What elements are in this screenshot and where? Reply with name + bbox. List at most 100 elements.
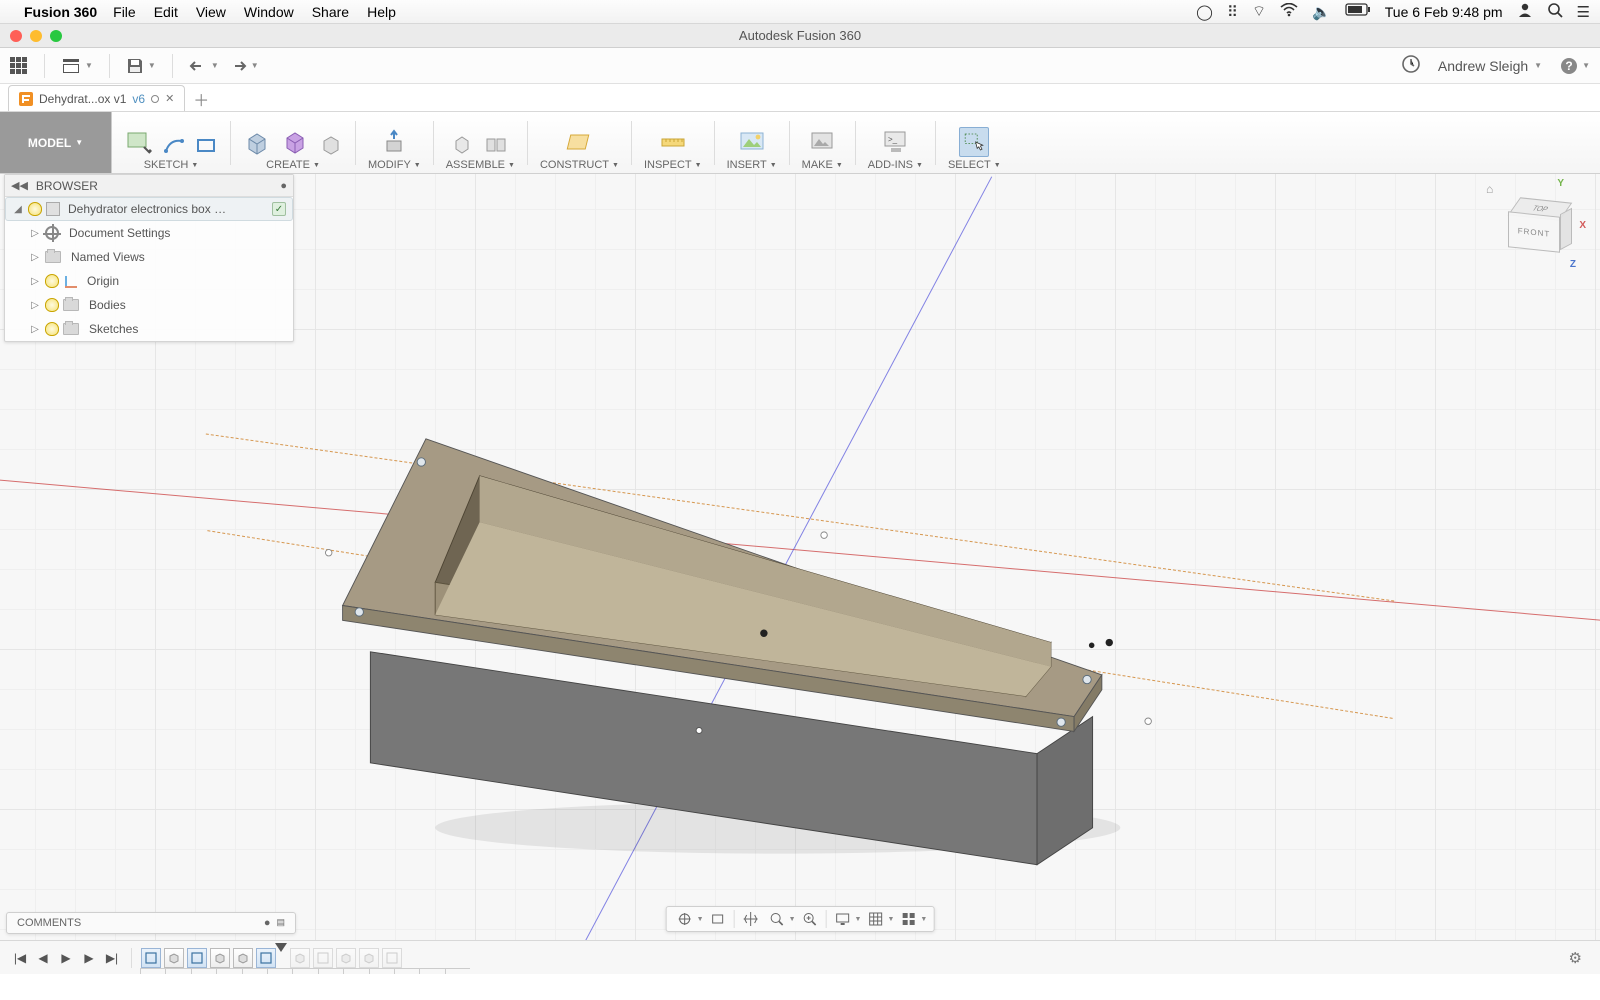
browser-row-sketches[interactable]: ▷ Sketches: [5, 317, 293, 341]
help-menu-button[interactable]: ?▼: [1560, 57, 1590, 75]
new-component-button[interactable]: [452, 133, 476, 157]
comments-expand-icon[interactable]: ●: [264, 917, 271, 929]
browser-header[interactable]: ◀◀ BROWSER ●: [5, 175, 293, 197]
menu-edit[interactable]: Edit: [154, 4, 178, 20]
look-at-button[interactable]: [706, 908, 730, 930]
visibility-bulb-icon[interactable]: [45, 274, 59, 288]
menu-file[interactable]: File: [113, 4, 136, 20]
create-sketch-button[interactable]: [124, 127, 154, 157]
file-menu-button[interactable]: ▼: [61, 56, 93, 76]
timeline-feature-suppressed[interactable]: [290, 948, 310, 968]
status-circle-icon[interactable]: ◯: [1196, 3, 1213, 21]
ribbon-label-select[interactable]: SELECT▼: [948, 159, 1001, 173]
timeline-step-fwd-button[interactable]: ▶: [79, 948, 99, 968]
ribbon-label-inspect[interactable]: INSPECT▼: [644, 159, 702, 173]
redo-button[interactable]: ▼: [229, 59, 259, 73]
extrude-button[interactable]: [243, 127, 273, 157]
timeline-feature-sketch[interactable]: [256, 948, 276, 968]
expand-arrow-icon[interactable]: ▷: [29, 252, 41, 263]
document-tab[interactable]: Dehydrat...ox v1 v6 ✕: [8, 85, 185, 111]
browser-row-bodies[interactable]: ▷ Bodies: [5, 293, 293, 317]
save-button[interactable]: ▼: [126, 57, 156, 75]
viewcube[interactable]: ⌂ TOP FRONT Y X Z: [1496, 182, 1582, 268]
zoom-button[interactable]: [765, 908, 789, 930]
timeline-start-button[interactable]: |◀: [10, 948, 30, 968]
timeline-feature-extrude[interactable]: [233, 948, 253, 968]
viewcube-right-face[interactable]: [1560, 208, 1572, 250]
timeline-feature-sketch[interactable]: [141, 948, 161, 968]
new-tab-button[interactable]: ＋: [193, 87, 209, 111]
close-window-button[interactable]: [10, 30, 22, 42]
home-view-icon[interactable]: ⌂: [1486, 182, 1493, 196]
ribbon-label-insert[interactable]: INSERT▼: [727, 159, 777, 173]
ribbon-label-construct[interactable]: CONSTRUCT▼: [540, 159, 619, 173]
browser-collapse-button[interactable]: ◀◀: [11, 179, 28, 192]
expand-arrow-icon[interactable]: ▷: [29, 300, 41, 311]
fullscreen-window-button[interactable]: [50, 30, 62, 42]
timeline-feature-suppressed[interactable]: [382, 948, 402, 968]
timeline-feature-extrude[interactable]: [210, 948, 230, 968]
timeline-play-button[interactable]: ▶: [56, 948, 76, 968]
menu-help[interactable]: Help: [367, 4, 396, 20]
menu-list-icon[interactable]: ☰: [1577, 3, 1590, 21]
scripts-button[interactable]: >_: [880, 127, 910, 157]
timeline-feature-suppressed[interactable]: [359, 948, 379, 968]
browser-row-docsettings[interactable]: ▷ Document Settings: [5, 221, 293, 245]
rectangle-tool-button[interactable]: [194, 133, 218, 157]
expand-arrow-icon[interactable]: ▷: [29, 324, 41, 335]
box-button[interactable]: [281, 127, 311, 157]
wifi-icon[interactable]: [1280, 3, 1298, 21]
job-status-icon[interactable]: [1402, 55, 1420, 76]
select-tool-button[interactable]: [959, 127, 989, 157]
workspace-switcher[interactable]: MODEL▼: [0, 112, 112, 173]
timeline-feature-suppressed[interactable]: [313, 948, 333, 968]
timeline-feature-extrude[interactable]: [164, 948, 184, 968]
display-settings-button[interactable]: [831, 908, 855, 930]
joint-button[interactable]: [484, 133, 508, 157]
spotlight-icon[interactable]: [1547, 2, 1563, 22]
battery-icon[interactable]: [1345, 3, 1371, 20]
visibility-bulb-icon[interactable]: [45, 322, 59, 336]
data-panel-button[interactable]: [10, 57, 28, 75]
browser-pin-button[interactable]: ●: [280, 180, 287, 192]
timeline-feature-sketch[interactable]: [187, 948, 207, 968]
offset-plane-button[interactable]: [564, 127, 594, 157]
timeline-feature-suppressed[interactable]: [336, 948, 356, 968]
user-menu[interactable]: Andrew Sleigh▼: [1438, 58, 1542, 74]
activate-component-check[interactable]: ✓: [272, 202, 286, 216]
ribbon-label-modify[interactable]: MODIFY▼: [368, 159, 421, 173]
fit-button[interactable]: [798, 908, 822, 930]
user-icon[interactable]: [1517, 2, 1533, 22]
menu-window[interactable]: Window: [244, 4, 294, 20]
line-tool-button[interactable]: [162, 133, 186, 157]
browser-row-origin[interactable]: ▷ Origin: [5, 269, 293, 293]
grid-settings-button[interactable]: [863, 908, 887, 930]
3d-print-button[interactable]: [807, 127, 837, 157]
menubar-clock[interactable]: Tue 6 Feb 9:48 pm: [1385, 4, 1503, 20]
insert-derive-button[interactable]: [737, 127, 767, 157]
timeline-end-button[interactable]: ▶|: [102, 948, 122, 968]
browser-root-row[interactable]: ◢ Dehydrator electronics box … ✓: [5, 197, 293, 221]
app-name[interactable]: Fusion 360: [24, 4, 97, 20]
expand-arrow-icon[interactable]: ◢: [12, 204, 24, 215]
minimize-window-button[interactable]: [30, 30, 42, 42]
menu-view[interactable]: View: [196, 4, 226, 20]
ribbon-label-make[interactable]: MAKE▼: [802, 159, 843, 173]
volume-icon[interactable]: 🔈: [1312, 3, 1331, 21]
ribbon-label-create[interactable]: CREATE▼: [266, 159, 320, 173]
visibility-bulb-icon[interactable]: [45, 298, 59, 312]
viewport-layout-button[interactable]: [896, 908, 920, 930]
menu-share[interactable]: Share: [312, 4, 349, 20]
revolve-button[interactable]: [319, 133, 343, 157]
visibility-bulb-icon[interactable]: [28, 202, 42, 216]
press-pull-button[interactable]: [379, 127, 409, 157]
dropbox-icon[interactable]: ⠿: [1227, 3, 1238, 21]
browser-row-namedviews[interactable]: ▷ Named Views: [5, 245, 293, 269]
expand-arrow-icon[interactable]: ▷: [29, 276, 41, 287]
ribbon-label-addins[interactable]: ADD-INS▼: [868, 159, 923, 173]
timeline-step-back-button[interactable]: ◀: [33, 948, 53, 968]
timeline-settings-button[interactable]: ⚙: [1569, 949, 1582, 967]
pan-button[interactable]: [739, 908, 763, 930]
ribbon-label-assemble[interactable]: ASSEMBLE▼: [446, 159, 515, 173]
measure-button[interactable]: [658, 127, 688, 157]
